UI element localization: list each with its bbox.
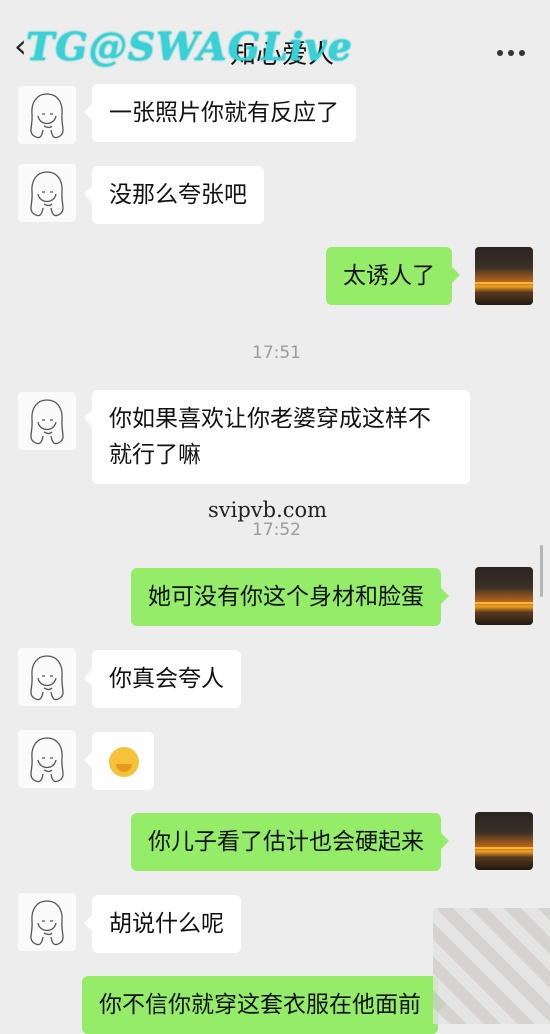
timestamp: 17:51 (252, 343, 301, 363)
message-bubble[interactable]: 胡说什么呢 (84, 895, 241, 953)
contact-avatar[interactable] (18, 392, 76, 450)
site-watermark: svipvb.com (208, 498, 328, 522)
contact-avatar[interactable] (18, 164, 76, 222)
more-dots-icon[interactable] (497, 50, 525, 56)
message-bubble[interactable]: 你儿子看了估计也会硬起来 (131, 813, 449, 871)
message-bubble[interactable]: 一张照片你就有反应了 (84, 84, 356, 142)
message-bubble[interactable]: 你真会夸人 (84, 650, 241, 708)
message-line: 你如果喜欢让你老婆穿成这样不 (109, 406, 431, 432)
user-avatar[interactable] (475, 812, 533, 870)
message-bubble[interactable]: 你如果喜欢让你老婆穿成这样不 就行了嘛 (84, 390, 470, 484)
message-bubble[interactable]: 太诱人了 (326, 247, 460, 305)
message-bubble[interactable]: 没那么夸张吧 (84, 166, 264, 224)
message-bubble[interactable] (84, 732, 154, 790)
contact-avatar[interactable] (18, 893, 76, 951)
user-avatar[interactable] (475, 247, 533, 305)
chevron-left-icon[interactable]: ‹ (14, 30, 27, 62)
message-line: 就行了嘛 (109, 442, 201, 468)
timestamp: 17:52 (252, 520, 301, 540)
message-bubble[interactable]: 你不信你就穿这套衣服在他面前 (82, 976, 446, 1034)
user-avatar[interactable] (475, 567, 533, 625)
scrollbar[interactable] (540, 545, 543, 597)
contact-avatar[interactable] (18, 730, 76, 788)
chat-header: ‹ 知心爱人 TG@SWAGLive (0, 0, 550, 88)
mosaic-overlay (433, 908, 550, 1024)
message-bubble[interactable]: 她可没有你这个身材和脸蛋 (131, 568, 449, 626)
contact-avatar[interactable] (18, 86, 76, 144)
contact-avatar[interactable] (18, 648, 76, 706)
thinking-face-emoji (109, 746, 139, 777)
watermark-text: TG@SWAGLive (26, 24, 353, 69)
